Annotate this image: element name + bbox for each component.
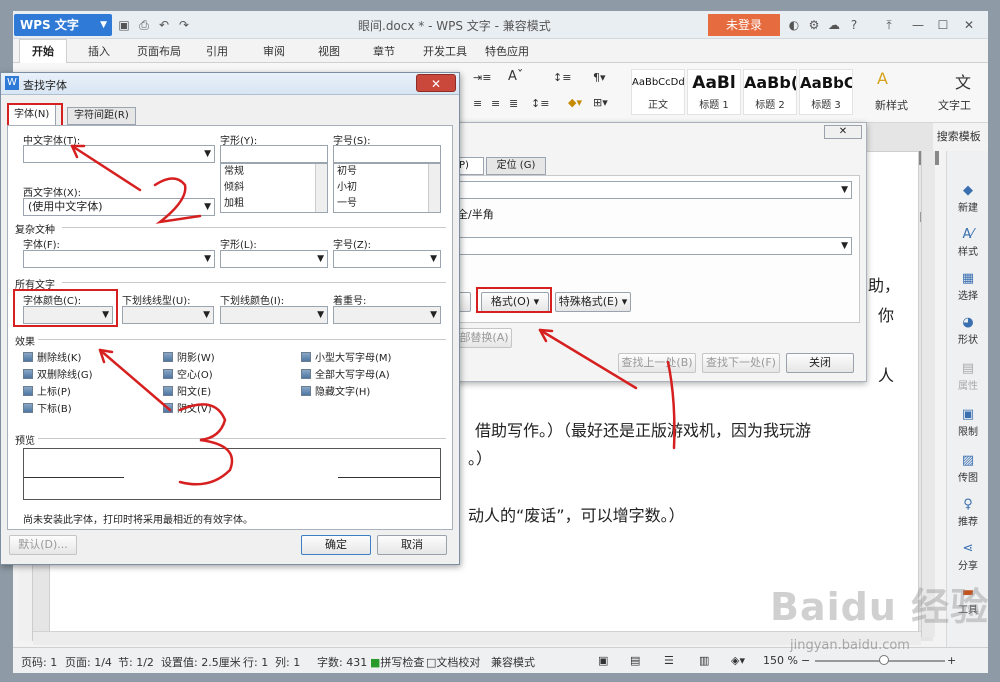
watermark-logo: Baidu 经验 [770, 585, 990, 629]
annotation-number-2 [153, 177, 202, 224]
arrow-line [538, 328, 638, 390]
annotation-stroke [666, 360, 676, 450]
annotation-number-3 [178, 403, 234, 486]
arrow-line [70, 144, 142, 192]
arrow-line [98, 348, 172, 412]
watermark-url: jingyan.baidu.com [790, 638, 910, 653]
